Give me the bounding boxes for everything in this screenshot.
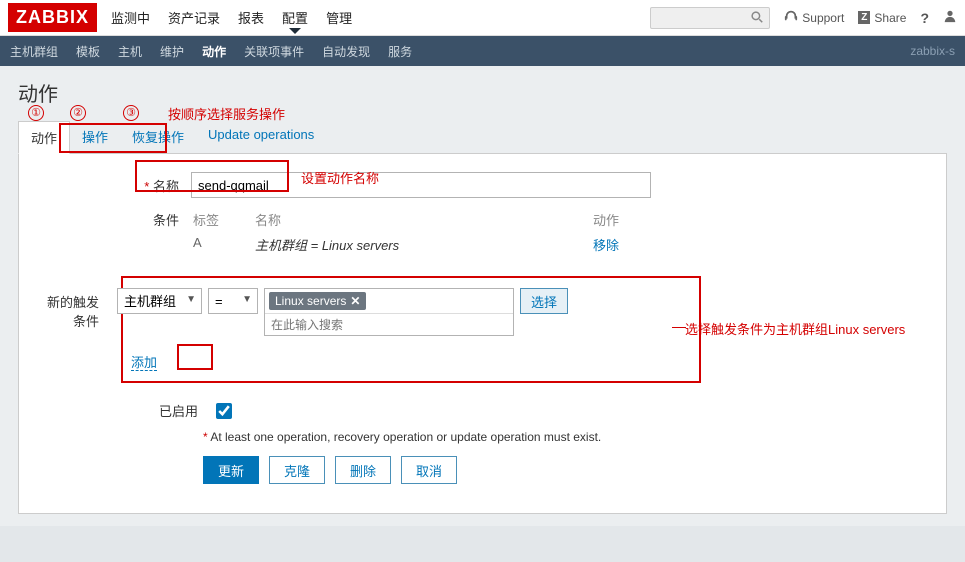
tab-ops[interactable]: 操作 <box>70 121 120 153</box>
support-link[interactable]: Support <box>784 9 844 26</box>
name-field[interactable] <box>191 172 651 198</box>
delete-button[interactable]: 删除 <box>335 456 391 484</box>
share-icon: Z <box>858 11 870 24</box>
update-button[interactable]: 更新 <box>203 456 259 484</box>
search-input[interactable] <box>650 7 770 29</box>
new-condition: 新的触发条件 主机群组 = Linux servers✕ 选择 添加 <box>121 276 701 383</box>
content: 动作 ① ② ③ 按顺序选择服务操作 动作 操作 恢复操作 Update ope… <box>0 66 965 526</box>
tab-action[interactable]: 动作 <box>18 121 70 154</box>
cond-table: 标签 名称 动作 A 主机群组 = Linux servers 移除 <box>191 206 651 258</box>
annot-trigger: 选择触发条件为主机群组Linux servers <box>685 319 905 338</box>
cond-tag: A <box>193 233 253 256</box>
top-nav: 监测中 资产记录 报表 配置 管理 <box>111 8 352 27</box>
warn-line: * At least one operation, recovery opera… <box>31 430 934 444</box>
row-name: * 名称 <box>31 172 934 198</box>
row-conditions: 条件 标签 名称 动作 A 主机群组 = Linux servers 移除 <box>31 206 934 258</box>
cond-search-input[interactable] <box>265 313 513 335</box>
select-button[interactable]: 选择 <box>520 288 568 314</box>
logo: ZABBIX <box>8 3 97 32</box>
subnav-services[interactable]: 服务 <box>388 43 412 60</box>
annot-line <box>672 327 686 328</box>
cond-remove[interactable]: 移除 <box>593 238 619 253</box>
newcond-label: 新的触发条件 <box>41 288 111 330</box>
nav-config[interactable]: 配置 <box>282 8 308 27</box>
subnav-discovery[interactable]: 自动发现 <box>322 43 370 60</box>
cond-op-select[interactable]: = <box>208 288 258 314</box>
chip-remove-icon[interactable]: ✕ <box>350 294 360 308</box>
headset-icon <box>784 9 798 26</box>
cond-th-tag: 标签 <box>193 208 253 231</box>
subnav-maint[interactable]: 维护 <box>160 43 184 60</box>
name-label: 名称 <box>153 179 179 194</box>
tabs: ① ② ③ 按顺序选择服务操作 动作 操作 恢复操作 Update operat… <box>18 121 947 154</box>
subnav-hostgroups[interactable]: 主机群组 <box>10 43 58 60</box>
user-icon[interactable] <box>943 9 957 26</box>
help-icon[interactable]: ? <box>920 10 929 26</box>
add-link[interactable]: 添加 <box>131 355 157 371</box>
nav-admin[interactable]: 管理 <box>326 8 352 27</box>
panel-action: 设置动作名称 选择触发条件为主机群组Linux servers * 名称 条件 … <box>18 154 947 514</box>
cond-th-act: 动作 <box>554 208 649 231</box>
table-row: A 主机群组 = Linux servers 移除 <box>193 233 649 256</box>
cond-th-name: 名称 <box>255 208 552 231</box>
share-label: Share <box>874 11 906 25</box>
chip-linux-servers: Linux servers✕ <box>269 292 366 310</box>
nav-inventory[interactable]: 资产记录 <box>168 8 220 27</box>
tab-update[interactable]: Update operations <box>196 121 326 153</box>
button-row: 更新 克隆 删除 取消 <box>31 456 934 484</box>
subnav-eventcorr[interactable]: 关联项事件 <box>244 43 304 60</box>
subnav-hosts[interactable]: 主机 <box>118 43 142 60</box>
top-right: Support Z Share ? <box>650 7 957 29</box>
subnav-hostname: zabbix-s <box>910 44 955 58</box>
nav-monitor[interactable]: 监测中 <box>111 8 150 27</box>
cond-type-select[interactable]: 主机群组 <box>117 288 202 314</box>
nav-reports[interactable]: 报表 <box>238 8 264 27</box>
sub-nav: 主机群组 模板 主机 维护 动作 关联项事件 自动发现 服务 zabbix-s <box>0 36 965 66</box>
tab-recovery[interactable]: 恢复操作 <box>120 121 196 153</box>
support-label: Support <box>802 11 844 25</box>
enabled-label: 已启用 <box>159 401 198 420</box>
enabled-checkbox[interactable] <box>216 403 232 419</box>
row-enabled: 已启用 <box>31 401 934 420</box>
clone-button[interactable]: 克隆 <box>269 456 325 484</box>
page-title: 动作 <box>18 78 947 107</box>
cond-name: 主机群组 = Linux servers <box>255 238 399 253</box>
search-icon <box>751 10 763 26</box>
subnav-actions[interactable]: 动作 <box>202 43 226 60</box>
cancel-button[interactable]: 取消 <box>401 456 457 484</box>
cond-value-multiselect[interactable]: Linux servers✕ <box>264 288 514 336</box>
share-link[interactable]: Z Share <box>858 11 906 25</box>
cond-label: 条件 <box>153 213 179 228</box>
top-bar: ZABBIX 监测中 资产记录 报表 配置 管理 Support Z Share… <box>0 0 965 36</box>
subnav-templates[interactable]: 模板 <box>76 43 100 60</box>
footer-bar <box>0 526 965 562</box>
